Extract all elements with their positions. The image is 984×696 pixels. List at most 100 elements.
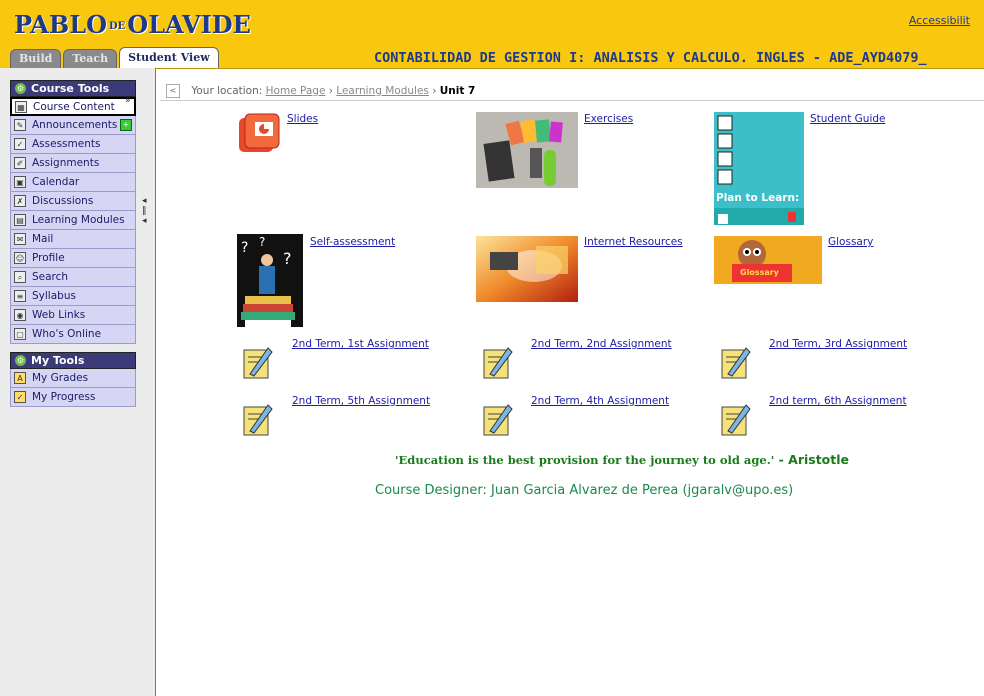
self-assessment-thumbnail[interactable]: ??? (237, 234, 303, 327)
course-content-icon: ▦ (15, 100, 27, 113)
internet-resources-thumbnail[interactable] (476, 236, 578, 302)
slides-link[interactable]: Slides (287, 113, 318, 125)
sidebar-item-label: Assignments (32, 157, 100, 169)
exercises-thumbnail[interactable] (476, 112, 578, 188)
tab-teach[interactable]: Teach (63, 49, 118, 68)
sidebar-item-discussions[interactable]: ✗ Discussions (10, 192, 136, 211)
sidebar-item-label: Assessments (32, 138, 101, 150)
svg-text:?: ? (259, 235, 265, 249)
sidebar-item-my-grades[interactable]: A My Grades (10, 369, 136, 388)
assignment-pencil-icon[interactable] (240, 401, 274, 437)
assignment-link-4[interactable]: 2nd Term, 4th Assignment (531, 395, 669, 407)
sidebar-item-label: Search (32, 271, 69, 283)
glossary-link[interactable]: Glossary (828, 236, 873, 248)
syllabus-icon: ≡ (14, 290, 26, 302)
assignment-pencil-icon[interactable] (480, 344, 514, 380)
sidebar-item-label: Syllabus (32, 290, 76, 302)
university-logo[interactable]: PABLO DEOLAVIDE (14, 10, 251, 39)
tab-student-view[interactable]: Student View (119, 47, 219, 68)
sidebar-item-mail[interactable]: ✉ Mail (10, 230, 136, 249)
new-badge-icon: + (120, 119, 132, 131)
profile-icon: ☺ (14, 252, 26, 264)
sidebar-item-label: Web Links (32, 309, 86, 321)
guide-cover-title: Plan to Learn: (716, 192, 800, 204)
search-icon: ⌕ (14, 271, 26, 283)
my-tools-title: My Tools (31, 354, 85, 367)
sidebar-item-label: Learning Modules (32, 214, 125, 226)
internet-resources-link[interactable]: Internet Resources (584, 236, 683, 248)
student-guide-thumbnail[interactable]: Plan to Learn: (714, 112, 804, 225)
svg-text:?: ? (283, 249, 292, 268)
sidebar-item-whos-online[interactable]: ▢ Who's Online (10, 325, 136, 344)
logo-text-right: OLAVIDE (127, 10, 251, 39)
assignment-pencil-icon[interactable] (718, 401, 752, 437)
assignment-pencil-icon[interactable] (718, 344, 752, 380)
sidebar-item-label: My Grades (32, 372, 89, 384)
calendar-icon: ▣ (14, 176, 26, 188)
assignment-pencil-icon[interactable] (240, 344, 274, 380)
sidebar-item-label: My Progress (32, 391, 96, 403)
breadcrumb-home-link[interactable]: Home Page (266, 85, 326, 97)
sidebar-item-search[interactable]: ⌕ Search (10, 268, 136, 287)
my-tools-section: ⚙ My Tools A My Grades ✓ My Progress (10, 352, 136, 407)
logo-text-mid: DE (109, 21, 126, 32)
slides-icon[interactable] (237, 112, 281, 156)
sidebar-item-label: Profile (32, 252, 65, 264)
assignment-link-3[interactable]: 2nd Term, 3rd Assignment (769, 338, 907, 350)
breadcrumb-current: Unit 7 (439, 85, 476, 97)
assignment-link-2[interactable]: 2nd Term, 2nd Assignment (531, 338, 672, 350)
mail-icon: ✉ (14, 233, 26, 245)
sidebar-item-label: Discussions (32, 195, 94, 207)
sidebar-item-my-progress[interactable]: ✓ My Progress (10, 388, 136, 407)
tab-build[interactable]: Build (10, 49, 62, 68)
sidebar-item-course-content[interactable]: ▦ Course Content (10, 97, 136, 116)
sidebar-item-announcements[interactable]: ✎ Announcements + (10, 116, 136, 135)
sidebar-item-label: Mail (32, 233, 54, 245)
assignment-link-1[interactable]: 2nd Term, 1st Assignment (292, 338, 429, 350)
assignment-pencil-icon[interactable] (480, 401, 514, 437)
web-links-icon: ◉ (14, 309, 26, 321)
sidebar-item-learning-modules[interactable]: ▤ Learning Modules (10, 211, 136, 230)
sidebar-item-label: Calendar (32, 176, 80, 188)
glossary-thumbnail[interactable]: Glossary (714, 236, 822, 284)
breadcrumb-separator: › (432, 85, 437, 97)
accessibility-link[interactable]: Accessibilit (909, 14, 970, 27)
whos-online-icon: ▢ (14, 328, 26, 340)
discussions-icon: ✗ (14, 195, 26, 207)
sidebar-item-assessments[interactable]: ✓ Assessments (10, 135, 136, 154)
sidebar-item-calendar[interactable]: ▣ Calendar (10, 173, 136, 192)
assessments-icon: ✓ (14, 138, 26, 150)
exercises-link[interactable]: Exercises (584, 113, 633, 125)
sidebar-item-web-links[interactable]: ◉ Web Links (10, 306, 136, 325)
glossary-book-label: Glossary (740, 268, 779, 277)
quote-author: - Aristotle (774, 452, 850, 467)
header-bar: PABLO DEOLAVIDE Accessibilit Build Teach … (0, 0, 984, 69)
sidebar-item-syllabus[interactable]: ≡ Syllabus (10, 287, 136, 306)
course-tools-header: ⚙ Course Tools (10, 80, 136, 97)
quote-body: 'Education is the best provision for the… (395, 453, 775, 467)
self-assessment-link[interactable]: Self-assessment (310, 236, 395, 248)
grades-icon: A (14, 372, 26, 384)
student-guide-link[interactable]: Student Guide (810, 113, 886, 125)
back-arrow-icon[interactable]: < (166, 84, 180, 98)
sidebar-item-assignments[interactable]: ✐ Assignments (10, 154, 136, 173)
breadcrumb-prefix: Your location: (191, 85, 263, 97)
assignment-link-5[interactable]: 2nd Term, 5th Assignment (292, 395, 430, 407)
sidebar-collapse-handle[interactable]: ◂ ‖ ◂ (142, 196, 147, 226)
course-tools-title: Course Tools (31, 82, 110, 95)
announcements-icon: ✎ (14, 119, 26, 131)
sidebar-item-label: Announcements (32, 119, 118, 131)
sidebar-item-profile[interactable]: ☺ Profile (10, 249, 136, 268)
logo-text-left: PABLO (14, 10, 107, 39)
progress-icon: ✓ (14, 391, 26, 403)
course-tools-sidebar: ⚙ Course Tools ▦ Course Content ✎ Announce… (10, 80, 136, 407)
breadcrumb-separator: › (328, 85, 333, 97)
svg-text:?: ? (241, 240, 248, 256)
course-title: CONTABILIDAD DE GESTION I: ANALISIS Y CA… (374, 50, 927, 66)
role-tabs: Build Teach Student View (10, 47, 219, 68)
sidebar-item-label: Who's Online (32, 328, 102, 340)
breadcrumb-modules-link[interactable]: Learning Modules (336, 85, 429, 97)
assignment-link-6[interactable]: 2nd term, 6th Assignment (769, 395, 907, 407)
breadcrumb: < Your location: Home Page › Learning Mo… (160, 82, 984, 101)
expand-chevron-icon[interactable]: » (125, 96, 131, 106)
